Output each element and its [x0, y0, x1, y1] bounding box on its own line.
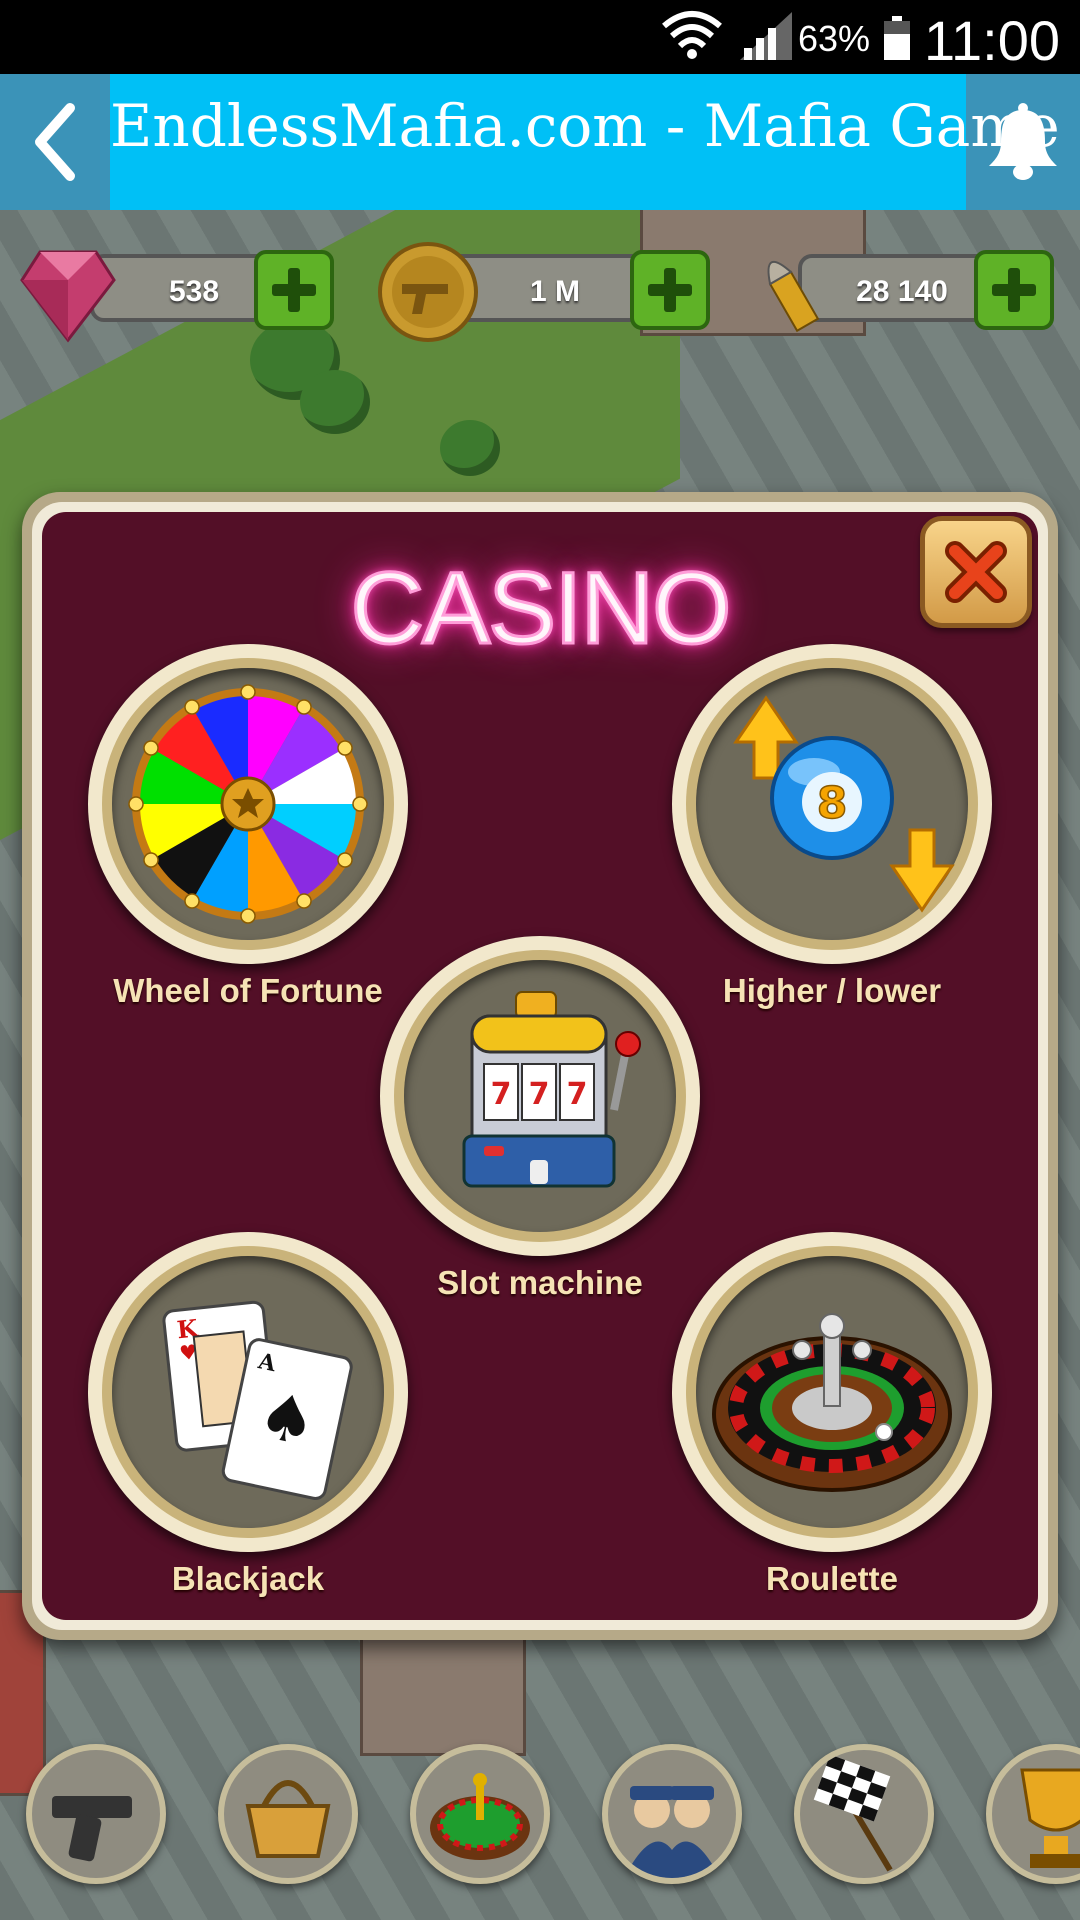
wifi-icon — [662, 11, 722, 59]
add-cash-button[interactable] — [630, 250, 710, 330]
casino-modal: CASINO Wheel of Fortune 8 Higher / lower… — [22, 492, 1058, 1640]
game-label: Higher / lower — [722, 972, 942, 1009]
nav-gang-button[interactable] — [602, 1744, 742, 1884]
back-button[interactable] — [0, 74, 110, 210]
nav-weapons-button[interactable] — [26, 1744, 166, 1884]
cash-bar: 1 M — [376, 242, 716, 342]
bullet-icon — [767, 260, 820, 333]
svg-text:7: 7 — [491, 1077, 512, 1112]
roulette-nav-icon — [430, 1773, 530, 1860]
svg-text:8: 8 — [817, 778, 848, 829]
coin-icon — [378, 242, 478, 342]
tree — [300, 370, 370, 434]
pistol-icon — [52, 1796, 132, 1862]
checkered-flag-icon — [813, 1754, 893, 1872]
basket-icon — [245, 1780, 331, 1858]
battery-icon — [884, 16, 910, 60]
close-icon — [945, 541, 1007, 603]
trophy-icon — [1020, 1768, 1080, 1868]
cash-value: 1 M — [529, 275, 580, 308]
bell-icon — [989, 103, 1057, 180]
svg-text:7: 7 — [567, 1077, 588, 1112]
page-title: EndlessMafia.com - Mafia Game — [110, 92, 1060, 160]
gem-icon — [20, 250, 116, 343]
svg-text:7: 7 — [529, 1077, 550, 1112]
notifications-button[interactable] — [966, 74, 1080, 210]
nav-shop-button[interactable] — [218, 1744, 358, 1884]
game-label: Roulette — [766, 1560, 898, 1597]
app-bar: EndlessMafia.com - Mafia Game — [0, 74, 1080, 210]
game-label: Wheel of Fortune — [113, 972, 383, 1009]
building — [360, 1630, 526, 1756]
slot-icon: 7 7 7 — [462, 991, 641, 1188]
nav-race-button[interactable] — [794, 1744, 934, 1884]
gems-bar: 538 — [20, 250, 340, 343]
close-button[interactable] — [920, 516, 1032, 628]
clock: 11:00 — [924, 9, 1060, 72]
game-label: Blackjack — [171, 1560, 325, 1597]
mobsters-icon — [624, 1786, 720, 1878]
wheel-icon — [128, 684, 368, 924]
bullets-value: 28 140 — [856, 275, 948, 308]
nav-casino-button[interactable] — [410, 1744, 550, 1884]
tree — [440, 420, 500, 476]
back-icon — [35, 103, 75, 181]
title-box: EndlessMafia.com - Mafia Game — [110, 74, 1060, 210]
add-bullets-button[interactable] — [974, 250, 1054, 330]
ball-icon: 8 — [733, 695, 955, 913]
roulette-icon — [712, 1313, 952, 1492]
casino-title: CASINO — [349, 550, 733, 667]
battery-percent: 63% — [797, 18, 870, 59]
add-gems-button[interactable] — [254, 250, 334, 330]
bullets-bar: 28 140 — [748, 250, 1060, 333]
signal-icon — [740, 12, 792, 60]
cards-icon: K ♥ A ♠ — [162, 1300, 353, 1500]
status-bar: 63% 11:00 — [0, 0, 1080, 74]
game-label: Slot machine — [437, 1264, 643, 1301]
